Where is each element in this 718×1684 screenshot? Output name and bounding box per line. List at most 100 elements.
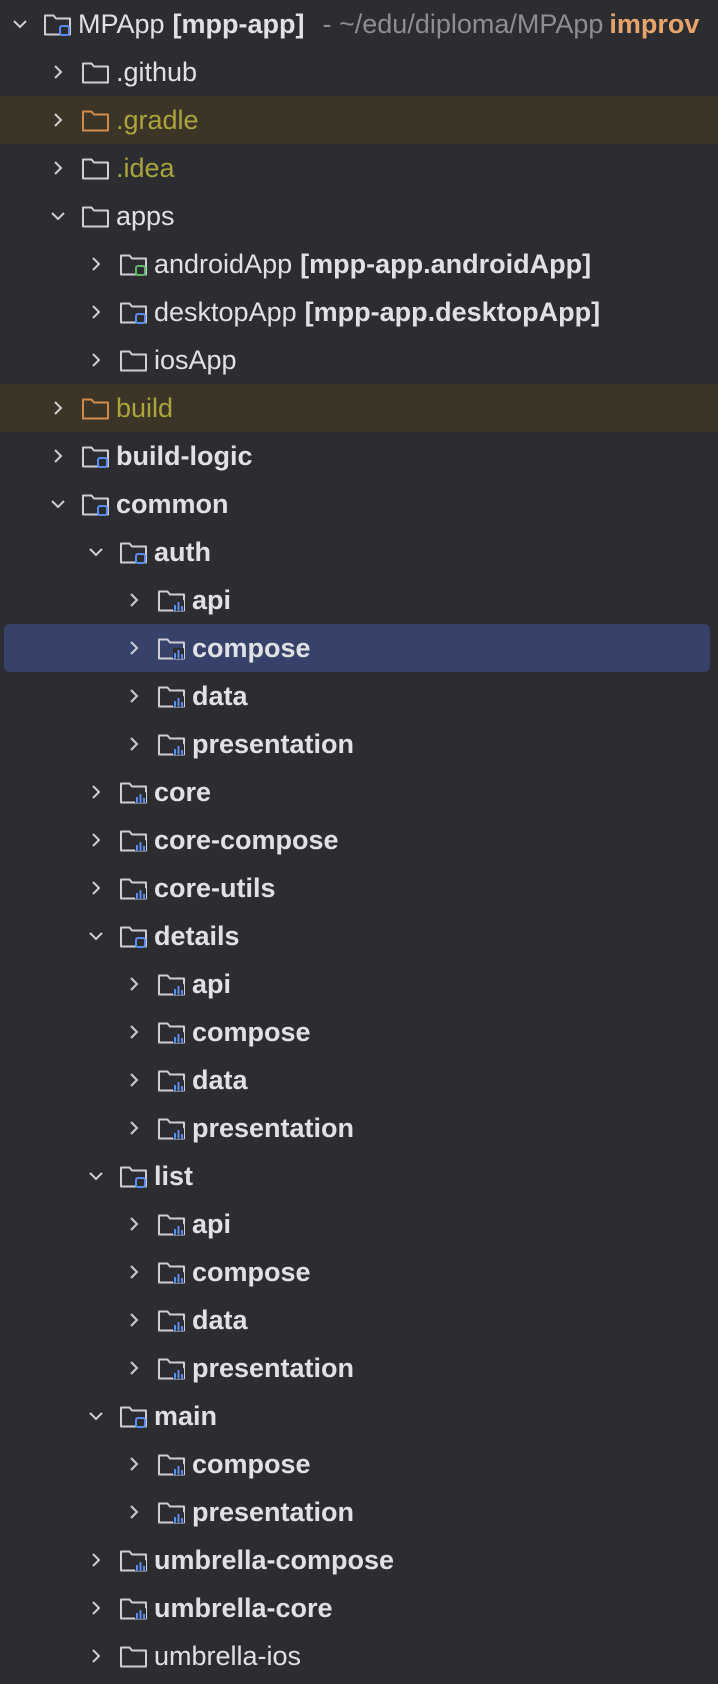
tree-node-label: data [192, 1065, 248, 1095]
chevron-right-icon[interactable] [84, 300, 108, 324]
chevron-right-icon[interactable] [122, 1452, 146, 1476]
tree-row[interactable]: iosApp [0, 336, 718, 384]
module-folder-icon [42, 9, 74, 39]
folder-icon [118, 345, 150, 375]
chevron-right-icon[interactable] [84, 876, 108, 900]
tree-row[interactable]: umbrella-ios [0, 1632, 718, 1680]
chevron-right-icon[interactable] [84, 780, 108, 804]
chevron-right-icon[interactable] [122, 1356, 146, 1380]
tree-node-label: umbrella-compose [154, 1545, 395, 1575]
tree-row[interactable]: core-compose [0, 816, 718, 864]
chevron-down-icon[interactable] [84, 1164, 108, 1188]
module-qualifier: [mpp-app.desktopApp] [304, 297, 601, 327]
tree-row[interactable]: MPApp [mpp-app] - ~/edu/diploma/MPApp impro… [0, 0, 718, 48]
tree-row[interactable]: api [0, 576, 718, 624]
source-module-folder-icon [156, 1209, 188, 1239]
tree-node-label: compose [192, 1449, 311, 1479]
chevron-right-icon[interactable] [122, 732, 146, 756]
tree-row[interactable]: presentation [0, 1488, 718, 1536]
tree-row[interactable]: androidApp [mpp-app.androidApp] [0, 240, 718, 288]
tree-node-label: presentation [192, 1353, 355, 1383]
source-module-folder-icon [156, 729, 188, 759]
chevron-down-icon[interactable] [46, 492, 70, 516]
tree-row[interactable]: compose [0, 1248, 718, 1296]
vcs-branch-label: improv [609, 9, 700, 39]
tree-row[interactable]: umbrella-core [0, 1584, 718, 1632]
tree-row[interactable]: apps [0, 192, 718, 240]
chevron-right-icon[interactable] [84, 1596, 108, 1620]
tree-row[interactable]: list [0, 1152, 718, 1200]
tree-row[interactable]: api [0, 1200, 718, 1248]
tree-node-label: build [116, 393, 174, 423]
chevron-down-icon[interactable] [46, 204, 70, 228]
chevron-right-icon[interactable] [84, 828, 108, 852]
tree-row[interactable]: .gradle [0, 96, 718, 144]
tree-row[interactable]: core-utils [0, 864, 718, 912]
tree-node-label: auth [154, 537, 211, 567]
tree-row[interactable]: umbrella-compose [0, 1536, 718, 1584]
tree-row[interactable]: compose [4, 624, 710, 672]
chevron-right-icon[interactable] [122, 1116, 146, 1140]
tree-node-label: api [192, 969, 232, 999]
chevron-right-icon[interactable] [122, 684, 146, 708]
tree-row[interactable]: desktopApp [mpp-app.desktopApp] [0, 288, 718, 336]
tree-row[interactable]: build [0, 384, 718, 432]
path-hint: - ~/edu/diploma/MPApp [322, 9, 604, 39]
chevron-right-icon[interactable] [46, 156, 70, 180]
tree-node-label: .idea [116, 153, 175, 183]
tree-row[interactable]: details [0, 912, 718, 960]
chevron-down-icon[interactable] [84, 1404, 108, 1428]
tree-row[interactable]: common [0, 480, 718, 528]
tree-row[interactable]: compose [0, 1440, 718, 1488]
chevron-right-icon[interactable] [84, 252, 108, 276]
tree-row[interactable]: auth [0, 528, 718, 576]
tree-node-label: compose [192, 633, 311, 663]
source-module-folder-icon [156, 633, 188, 663]
chevron-down-icon[interactable] [84, 540, 108, 564]
tree-row[interactable]: presentation [0, 720, 718, 768]
tree-row[interactable]: compose [0, 1008, 718, 1056]
source-module-folder-icon [156, 681, 188, 711]
chevron-down-icon[interactable] [8, 12, 32, 36]
module-folder-icon [118, 537, 150, 567]
chevron-right-icon[interactable] [122, 1068, 146, 1092]
tree-row[interactable]: main [0, 1392, 718, 1440]
chevron-right-icon[interactable] [46, 108, 70, 132]
tree-row[interactable]: .github [0, 48, 718, 96]
chevron-right-icon[interactable] [84, 348, 108, 372]
tree-row[interactable]: build-logic [0, 432, 718, 480]
tree-node-label: iosApp [154, 345, 237, 375]
tree-row[interactable]: presentation [0, 1104, 718, 1152]
source-module-folder-icon [156, 1353, 188, 1383]
chevron-right-icon[interactable] [122, 1212, 146, 1236]
tree-row[interactable]: core [0, 768, 718, 816]
source-module-folder-icon [156, 1497, 188, 1527]
chevron-right-icon[interactable] [122, 636, 146, 660]
folder-icon [80, 57, 112, 87]
chevron-right-icon[interactable] [122, 1260, 146, 1284]
chevron-right-icon[interactable] [46, 60, 70, 84]
chevron-right-icon[interactable] [122, 1020, 146, 1044]
tree-row[interactable]: presentation [0, 1344, 718, 1392]
tree-node-label: presentation [192, 1497, 355, 1527]
chevron-down-icon[interactable] [84, 924, 108, 948]
excluded-folder-icon [80, 393, 112, 423]
chevron-right-icon[interactable] [122, 972, 146, 996]
chevron-right-icon[interactable] [84, 1644, 108, 1668]
tree-row[interactable]: api [0, 960, 718, 1008]
tree-node-label: desktopApp [154, 297, 297, 327]
source-module-folder-icon [156, 1257, 188, 1287]
tree-row[interactable]: data [0, 1296, 718, 1344]
chevron-right-icon[interactable] [46, 444, 70, 468]
chevron-right-icon[interactable] [46, 396, 70, 420]
chevron-right-icon[interactable] [122, 588, 146, 612]
tree-node-label: core-utils [154, 873, 276, 903]
tree-node-label: presentation [192, 1113, 355, 1143]
tree-row[interactable]: .idea [0, 144, 718, 192]
tree-node-label: api [192, 1209, 232, 1239]
chevron-right-icon[interactable] [84, 1548, 108, 1572]
tree-row[interactable]: data [0, 672, 718, 720]
tree-row[interactable]: data [0, 1056, 718, 1104]
chevron-right-icon[interactable] [122, 1308, 146, 1332]
chevron-right-icon[interactable] [122, 1500, 146, 1524]
